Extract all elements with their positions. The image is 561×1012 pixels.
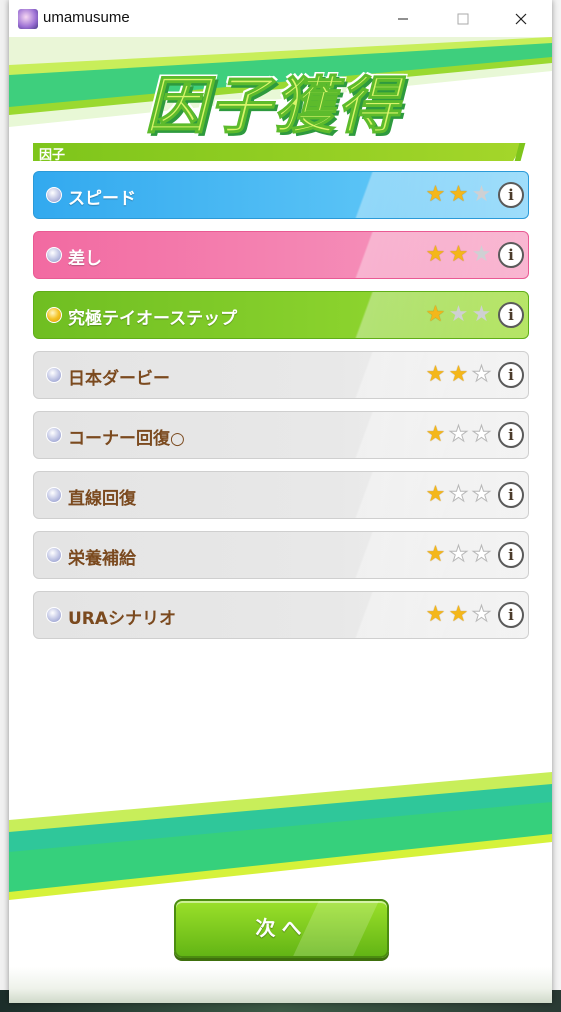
star-empty-icon: ★	[448, 482, 469, 507]
info-icon[interactable]: i	[498, 482, 524, 508]
factor-name: スピード	[68, 189, 136, 209]
factor-row[interactable]: 差し ★ ★ ★ i	[33, 231, 529, 279]
info-icon[interactable]: i	[498, 602, 524, 628]
close-icon	[515, 13, 527, 24]
factor-row[interactable]: スピード ★ ★ ★ i	[33, 171, 529, 219]
star-filled-icon: ★	[425, 422, 446, 447]
factor-row[interactable]: コーナー回復○ ★ ★ ★ i	[33, 411, 529, 459]
star-empty-icon: ★	[471, 422, 492, 447]
factor-star-rating: ★ ★ ★	[424, 243, 493, 267]
star-empty-icon: ★	[471, 242, 492, 267]
star-empty-icon: ★	[471, 602, 492, 627]
star-empty-icon: ★	[448, 422, 469, 447]
factor-gem-icon	[46, 307, 62, 323]
section-header-bar	[33, 143, 523, 161]
factor-gem-icon	[46, 247, 62, 263]
star-filled-icon: ★	[425, 302, 446, 327]
star-filled-icon: ★	[425, 362, 446, 387]
section-header-label: 因子	[39, 148, 66, 163]
factor-acquired-title: 因子獲得	[144, 69, 402, 143]
app-icon	[18, 9, 38, 29]
factor-gem-icon	[46, 547, 62, 563]
factor-name: コーナー回復○	[68, 429, 185, 449]
factor-star-rating: ★ ★ ★	[424, 542, 493, 567]
factor-star-rating: ★ ★ ★	[424, 482, 493, 507]
factor-star-rating: ★ ★ ★	[424, 183, 493, 207]
bottom-fade	[9, 967, 552, 1003]
factor-name: 直線回復	[68, 489, 136, 509]
star-empty-icon: ★	[448, 302, 469, 327]
maximize-button[interactable]	[440, 0, 486, 37]
factor-name: 栄養補給	[68, 549, 136, 569]
factor-star-rating: ★ ★ ★	[424, 303, 493, 327]
star-filled-icon: ★	[448, 242, 469, 267]
star-filled-icon: ★	[425, 242, 446, 267]
factor-name: 差し	[68, 249, 102, 269]
star-empty-icon: ★	[471, 302, 492, 327]
minimize-button[interactable]	[380, 0, 426, 37]
factor-name: 日本ダービー	[68, 369, 170, 389]
info-icon[interactable]: i	[498, 422, 524, 448]
star-filled-icon: ★	[448, 362, 469, 387]
star-filled-icon: ★	[425, 542, 446, 567]
window-title: umamusume	[43, 9, 130, 26]
game-screen: 因子獲得 因子 スピード ★ ★ ★ i 差し ★ ★ ★ i 究極テイオーステップ ★ ★ ★ i 日本ダー…	[9, 37, 552, 1003]
title-bar[interactable]: umamusume	[9, 0, 552, 37]
factor-star-rating: ★ ★ ★	[424, 602, 493, 627]
star-empty-icon: ★	[471, 362, 492, 387]
info-icon[interactable]: i	[498, 302, 524, 328]
factor-name: 究極テイオーステップ	[68, 309, 238, 329]
star-filled-icon: ★	[425, 182, 446, 207]
factor-star-rating: ★ ★ ★	[424, 422, 493, 447]
maximize-icon	[457, 13, 469, 24]
factor-gem-icon	[46, 367, 62, 383]
factor-row[interactable]: URAシナリオ ★ ★ ★ i	[33, 591, 529, 639]
info-icon[interactable]: i	[498, 242, 524, 268]
desktop-left-strip	[0, 0, 9, 1012]
minimize-icon	[398, 18, 408, 19]
info-icon[interactable]: i	[498, 182, 524, 208]
factor-star-rating: ★ ★ ★	[424, 362, 493, 387]
star-filled-icon: ★	[448, 602, 469, 627]
star-filled-icon: ★	[425, 602, 446, 627]
next-button-label: 次へ	[255, 916, 308, 940]
info-icon[interactable]: i	[498, 542, 524, 568]
factor-name: URAシナリオ	[68, 609, 177, 629]
info-icon[interactable]: i	[498, 362, 524, 388]
star-filled-icon: ★	[425, 482, 446, 507]
star-empty-icon: ★	[448, 542, 469, 567]
factor-row[interactable]: 栄養補給 ★ ★ ★ i	[33, 531, 529, 579]
star-empty-icon: ★	[471, 542, 492, 567]
factor-gem-icon	[46, 187, 62, 203]
star-empty-icon: ★	[471, 182, 492, 207]
factor-gem-icon	[46, 607, 62, 623]
bottom-stripes	[9, 772, 552, 906]
close-button[interactable]	[498, 0, 544, 37]
star-empty-icon: ★	[471, 482, 492, 507]
factor-row[interactable]: 日本ダービー ★ ★ ★ i	[33, 351, 529, 399]
desktop-right-strip	[552, 0, 561, 1012]
factor-gem-icon	[46, 487, 62, 503]
next-button[interactable]: 次へ	[174, 899, 389, 958]
factor-row[interactable]: 直線回復 ★ ★ ★ i	[33, 471, 529, 519]
app-window: umamusume 因子獲得 因子 スピード ★ ★ ★ i 差し ★ ★ ★ i 究極テイオーステ…	[9, 0, 552, 1003]
factor-gem-icon	[46, 427, 62, 443]
star-filled-icon: ★	[448, 182, 469, 207]
factor-row[interactable]: 究極テイオーステップ ★ ★ ★ i	[33, 291, 529, 339]
